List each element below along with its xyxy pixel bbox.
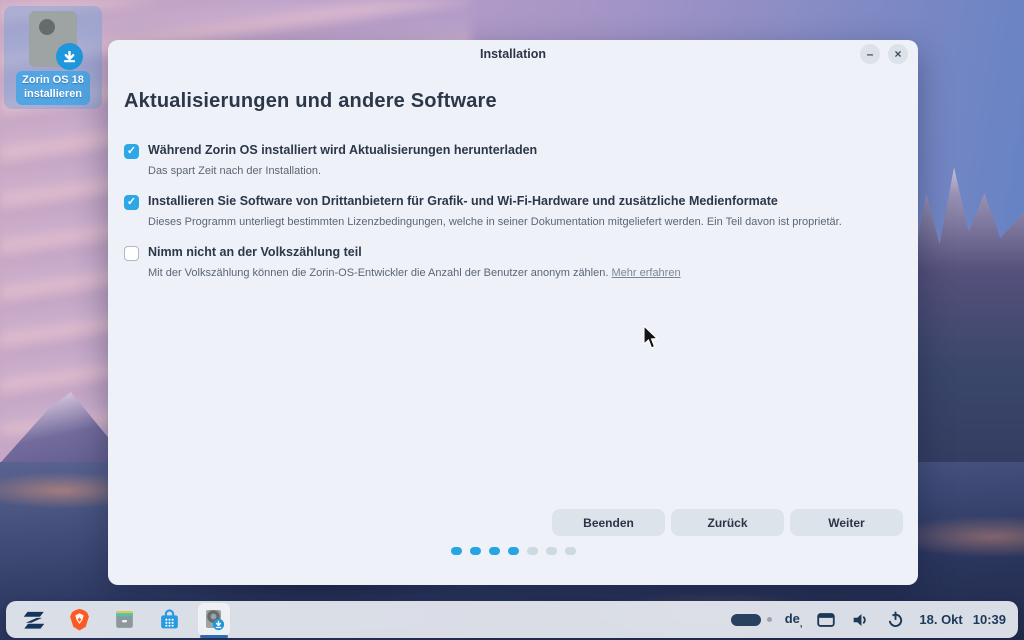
titlebar[interactable]: Installation – × <box>108 40 918 68</box>
progress-dot <box>507 547 519 555</box>
installer-drive-icon <box>29 11 83 70</box>
progress-dots <box>108 547 918 555</box>
option-description: Dieses Programm unterliegt bestimmten Li… <box>148 216 842 228</box>
download-badge-icon <box>56 43 83 70</box>
desktop-icon-label: Zorin OS 18 installieren <box>16 71 90 105</box>
desktop-icon-install-zorin[interactable]: Zorin OS 18 installieren <box>4 6 102 109</box>
installer-icon <box>206 609 225 630</box>
option-third-party-software: Installieren Sie Software von Drittanbie… <box>124 194 902 228</box>
progress-dot <box>469 547 481 555</box>
taskbar-app-installer[interactable] <box>198 603 230 638</box>
page-title: Aktualisierungen und andere Software <box>124 90 497 112</box>
close-icon: × <box>894 47 902 61</box>
desktop: Zorin OS 18 installieren Installation – ×… <box>0 0 1024 640</box>
power-icon[interactable] <box>885 609 906 630</box>
checkbox-download-updates[interactable] <box>124 144 139 159</box>
taskbar-app-files[interactable] <box>108 603 140 636</box>
date-label: 18. Okt <box>919 612 963 627</box>
minimize-button[interactable]: – <box>860 44 880 64</box>
option-download-updates: Während Zorin OS installiert wird Aktual… <box>124 143 902 177</box>
taskbar-app-brave[interactable] <box>63 603 95 636</box>
next-button[interactable]: Weiter <box>790 509 903 536</box>
progress-dot <box>564 547 576 555</box>
taskbar: de, 18. Okt 10:39 <box>6 601 1018 638</box>
taskbar-app-software-store[interactable] <box>153 603 185 636</box>
volume-icon[interactable] <box>850 609 872 631</box>
option-label[interactable]: Während Zorin OS installiert wird Aktual… <box>148 143 537 157</box>
option-label[interactable]: Nimm nicht an der Volkszählung teil <box>148 245 681 259</box>
progress-dot <box>488 547 500 555</box>
zorin-logo-icon <box>23 611 45 629</box>
software-store-icon <box>160 609 178 629</box>
checkbox-third-party-software[interactable] <box>124 195 139 210</box>
progress-dot <box>526 547 538 555</box>
window-title: Installation <box>480 47 546 61</box>
minimize-icon: – <box>866 47 874 61</box>
close-button[interactable]: × <box>888 44 908 64</box>
installer-window: Installation – × Aktualisierungen und an… <box>108 40 918 585</box>
time-label: 10:39 <box>972 612 1006 627</box>
option-description: Das spart Zeit nach der Installation. <box>148 165 322 177</box>
learn-more-link[interactable]: Mehr erfahren <box>611 267 680 279</box>
window-tray-icon[interactable] <box>815 609 837 631</box>
progress-dot <box>545 547 557 555</box>
active-app-indicator <box>200 635 228 638</box>
brave-icon <box>69 608 89 631</box>
checkbox-census-opt-out[interactable] <box>124 246 139 261</box>
files-icon <box>115 611 133 628</box>
back-button[interactable]: Zurück <box>671 509 784 536</box>
progress-dot <box>450 547 462 555</box>
option-census-opt-out: Nimm nicht an der Volkszählung teil Mit … <box>124 245 902 279</box>
option-description: Mit der Volkszählung können die Zorin-OS… <box>148 267 681 279</box>
battery-indicator[interactable] <box>730 613 761 626</box>
quit-button[interactable]: Beenden <box>552 509 665 536</box>
option-label[interactable]: Installieren Sie Software von Drittanbie… <box>148 194 842 208</box>
zorin-menu-button[interactable] <box>18 603 50 636</box>
clock[interactable]: 18. Okt 10:39 <box>919 612 1006 627</box>
tray-dot-icon <box>766 617 772 622</box>
keyboard-layout-indicator[interactable]: de, <box>785 611 803 629</box>
